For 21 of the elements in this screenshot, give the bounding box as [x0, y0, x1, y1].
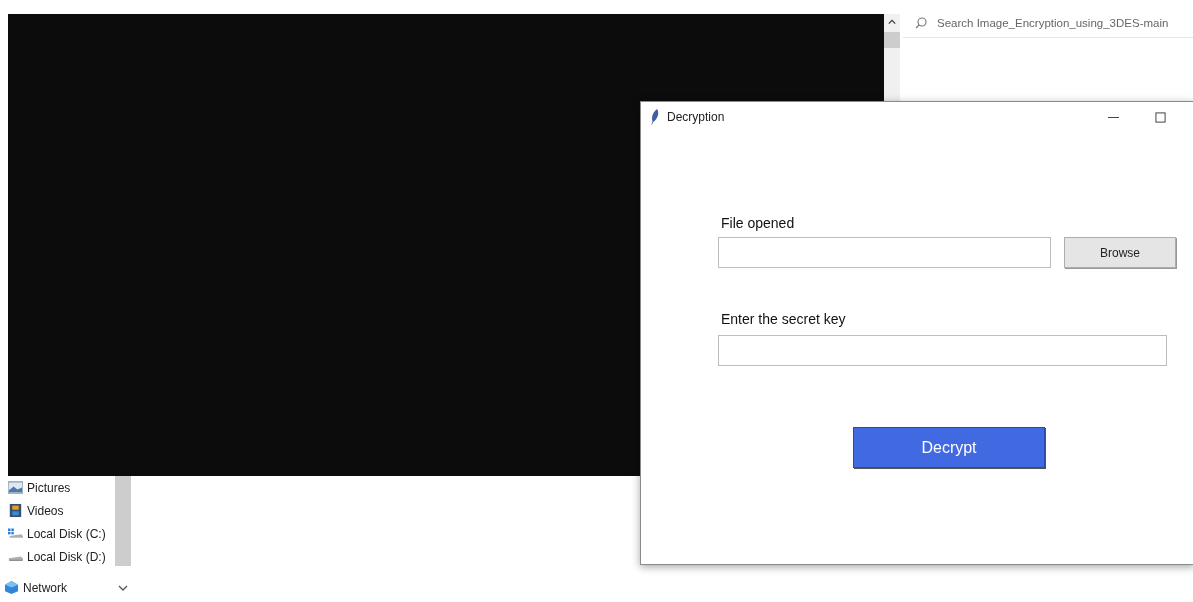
scroll-up-icon[interactable]: [888, 19, 896, 25]
pictures-icon: [8, 481, 23, 494]
scrollbar-thumb[interactable]: [115, 476, 131, 566]
nav-item[interactable]: Local Disk (D:): [8, 545, 106, 568]
scrollbar-thumb[interactable]: [884, 32, 900, 48]
nav-item[interactable]: Network: [4, 576, 67, 599]
film-icon: [8, 504, 23, 517]
network-icon: [4, 581, 19, 594]
field-label: File opened: [721, 215, 795, 231]
nav-item[interactable]: Local Disk (C:): [8, 522, 106, 545]
window-title: Decryption: [667, 110, 725, 124]
field-label: Enter the secret key: [721, 311, 846, 327]
browse-button[interactable]: Browse: [1064, 237, 1176, 268]
feather-icon: [651, 109, 659, 125]
search-icon: [915, 16, 927, 29]
nav-item[interactable]: Videos: [8, 499, 106, 522]
drive-icon: [8, 527, 23, 540]
maximize-icon[interactable]: [1155, 111, 1166, 123]
nav-item[interactable]: Pictures: [8, 476, 106, 499]
scroll-down-icon[interactable]: [118, 584, 128, 591]
decrypt-button[interactable]: Decrypt: [853, 427, 1045, 468]
